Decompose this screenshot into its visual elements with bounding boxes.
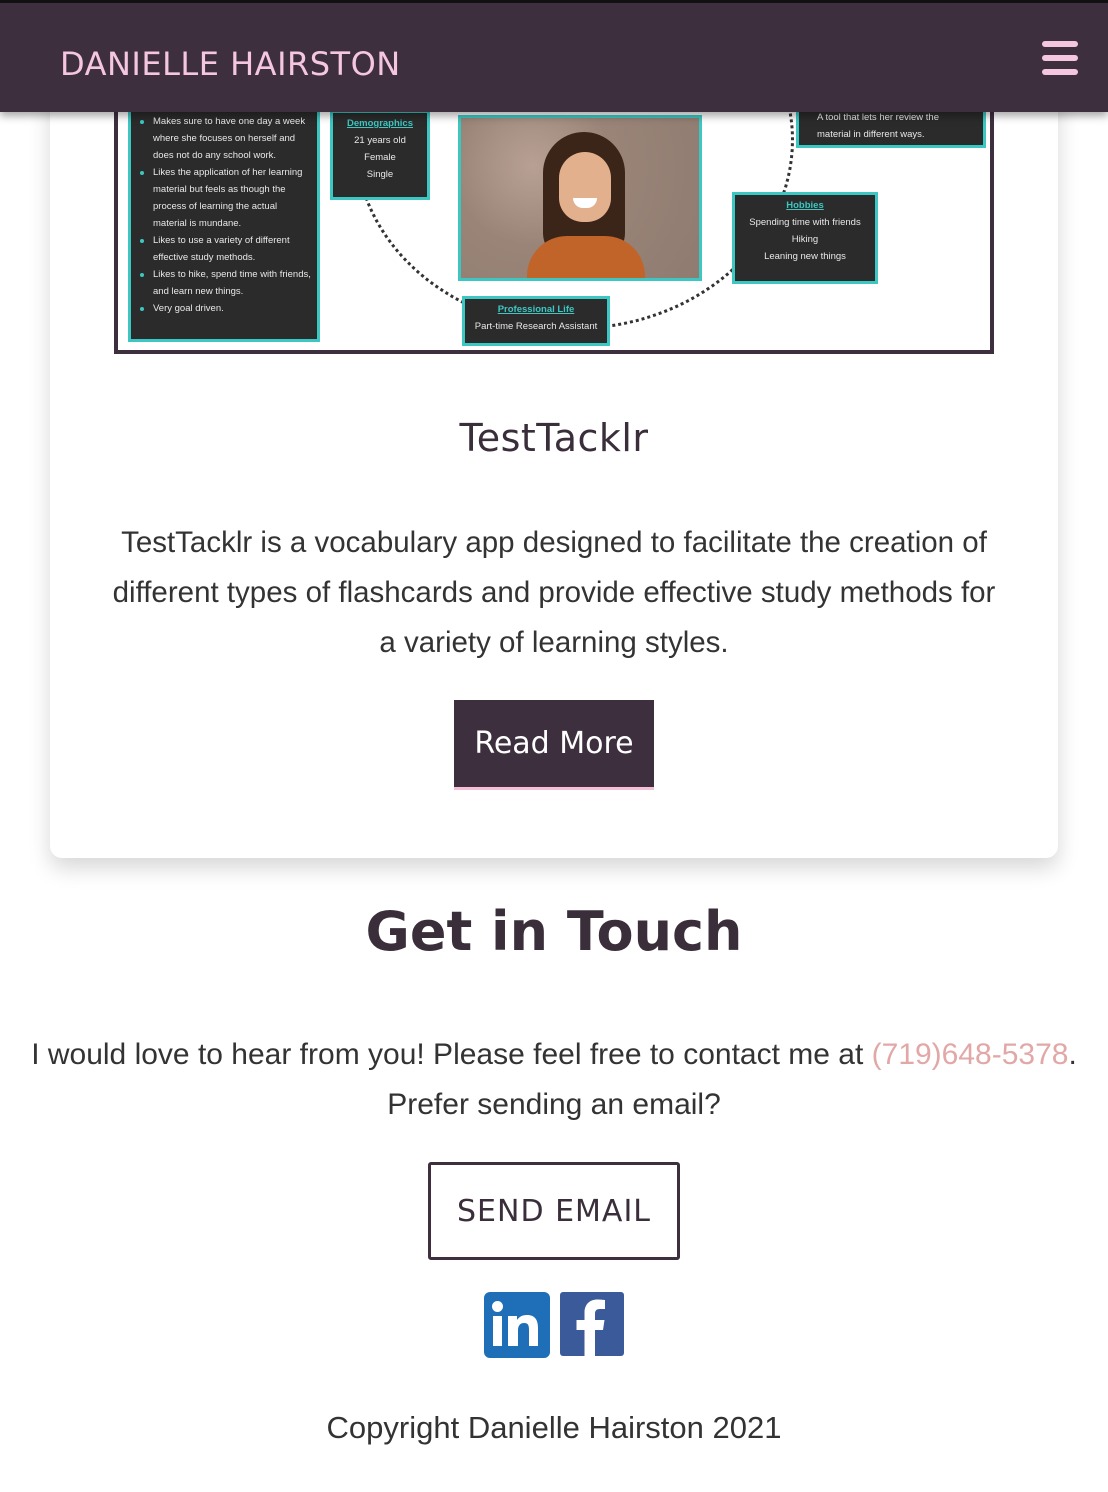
send-email-button[interactable]: SEND EMAIL	[428, 1162, 680, 1260]
phone-link[interactable]: (719)648-5378	[872, 1038, 1069, 1071]
contact-text-before: I would love to hear from you! Please fe…	[31, 1038, 872, 1071]
persona-hobbies-box: Hobbies Spending time with friends Hikin…	[732, 192, 878, 284]
linkedin-icon[interactable]	[484, 1292, 550, 1358]
contact-title: Get in Touch	[365, 900, 743, 963]
persona-professional: Part-time Research Assistant	[474, 321, 598, 332]
persona-photo	[458, 115, 702, 281]
persona-hobby: Leaning new things	[764, 251, 846, 262]
persona-hobby: Spending time with friends	[749, 217, 861, 228]
persona-trait: Likes to use a variety of different effe…	[139, 232, 311, 266]
persona-professional-box: Professional Life Part-time Research Ass…	[462, 296, 610, 346]
persona-needs-box: A tool that lets her review the material…	[796, 106, 986, 148]
persona-trait: Likes to hike, spend time with friends, …	[139, 266, 311, 300]
persona-demographics-box: Demographics 21 years old Female Single	[330, 110, 430, 200]
persona-trait: Very goal driven.	[139, 300, 311, 317]
persona-hobbies-heading: Hobbies	[786, 200, 824, 211]
project-description: TestTacklr is a vocabulary app designed …	[112, 526, 996, 659]
read-more-button[interactable]: Read More	[454, 700, 654, 790]
copyright-text: Copyright Danielle Hairston 2021	[326, 1410, 782, 1445]
site-brand[interactable]: DANIELLE HAIRSTON	[60, 45, 401, 83]
persona-demographics-heading: Demographics	[347, 118, 413, 129]
contact-text: I would love to hear from you! Please fe…	[20, 1030, 1088, 1130]
persona-traits-box: Makes sure to have one day a week where …	[128, 108, 320, 342]
site-header: DANIELLE HAIRSTON	[0, 0, 1108, 112]
persona-demographic: Single	[366, 169, 394, 180]
persona-demographic: 21 years old	[354, 135, 406, 146]
persona-professional-heading: Professional Life	[497, 304, 575, 315]
facebook-icon[interactable]	[560, 1292, 624, 1356]
project-title: TestTacklr	[459, 416, 649, 460]
persona-trait: Makes sure to have one day a week where …	[139, 113, 311, 164]
persona-need: material in different ways.	[817, 129, 925, 140]
persona-trait: Likes the application of her learning ma…	[139, 164, 311, 232]
persona-hobby: Hiking	[791, 234, 819, 245]
persona-demographic: Female	[364, 152, 396, 163]
hamburger-menu-icon[interactable]	[1042, 41, 1078, 75]
